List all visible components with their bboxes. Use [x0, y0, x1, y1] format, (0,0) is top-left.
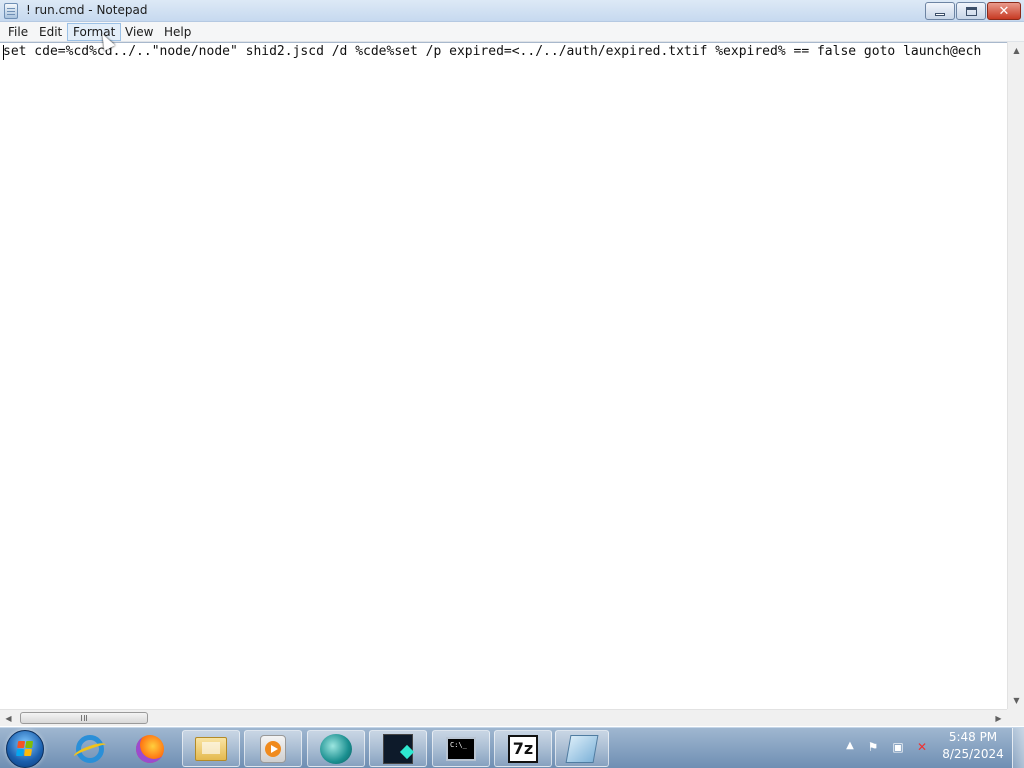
taskbar-firefox[interactable] — [122, 730, 178, 767]
internet-explorer-icon — [76, 734, 104, 763]
taskbar-notepad[interactable] — [555, 730, 609, 767]
scrollbar-corner — [1007, 709, 1024, 726]
7zip-icon: 7z — [508, 734, 538, 763]
menu-format[interactable]: Format — [67, 23, 122, 41]
command-prompt-icon — [446, 736, 476, 761]
action-center-flag-icon[interactable]: ⚑ — [864, 738, 882, 756]
menu-bar: File Edit Format View Help — [0, 22, 1024, 42]
taskbar-command-prompt[interactable] — [432, 730, 490, 767]
show-hidden-icons-chevron-icon[interactable]: ▲ — [844, 740, 856, 754]
volume-muted-icon[interactable]: ✕ — [913, 738, 931, 756]
minimize-icon — [935, 12, 945, 16]
close-icon: ✕ — [998, 3, 1010, 19]
close-button[interactable]: ✕ — [987, 2, 1021, 20]
text-caret — [3, 45, 4, 60]
grip-icon — [81, 715, 87, 721]
media-player-icon — [260, 734, 286, 763]
scroll-right-arrow-icon[interactable]: ▶ — [990, 710, 1007, 727]
menu-help[interactable]: Help — [158, 23, 197, 41]
scroll-left-arrow-icon[interactable]: ◀ — [0, 710, 17, 727]
notepad-icon[interactable] — [4, 3, 18, 19]
app-globe-icon — [320, 733, 352, 764]
menu-view[interactable]: View — [119, 23, 159, 41]
horizontal-scroll-thumb[interactable] — [20, 712, 148, 724]
network-icon[interactable]: ▣ — [889, 738, 907, 756]
window-title: ! run.cmd - Notepad — [26, 3, 148, 17]
menu-file[interactable]: File — [2, 23, 34, 41]
vertical-scrollbar[interactable]: ▲ ▼ — [1007, 42, 1024, 709]
clock-date: 8/25/2024 — [942, 747, 1004, 761]
taskbar-internet-explorer[interactable] — [62, 730, 118, 767]
show-desktop-button[interactable] — [1012, 728, 1024, 768]
taskbar-media-player[interactable] — [244, 730, 302, 767]
windows-logo-icon — [16, 741, 34, 757]
notepad-taskbar-icon — [565, 734, 599, 763]
title-bar[interactable]: ! run.cmd - Notepad ✕ — [0, 0, 1024, 22]
taskbar-app-6[interactable] — [369, 730, 427, 767]
taskbar-windows-explorer[interactable] — [182, 730, 240, 767]
app-dark-icon — [383, 733, 413, 764]
text-editor-area[interactable]: set cde=%cd%cd../.."node/node" shid2.jsc… — [0, 42, 1007, 709]
scroll-up-arrow-icon[interactable]: ▲ — [1008, 42, 1024, 59]
editor-content[interactable]: set cde=%cd%cd../.."node/node" shid2.jsc… — [3, 44, 981, 60]
taskbar-app-5[interactable] — [307, 730, 365, 767]
scroll-down-arrow-icon[interactable]: ▼ — [1008, 692, 1024, 709]
horizontal-scrollbar[interactable]: ◀ ▶ — [0, 709, 1007, 726]
menu-edit[interactable]: Edit — [33, 23, 68, 41]
clock-time: 5:48 PM — [948, 730, 998, 744]
restore-icon — [965, 6, 977, 16]
firefox-icon — [136, 734, 164, 763]
minimize-button[interactable] — [925, 2, 955, 20]
start-button[interactable] — [6, 730, 44, 768]
system-clock[interactable]: 5:48 PM 8/25/2024 — [938, 729, 1008, 763]
taskbar-7zip[interactable]: 7z — [494, 730, 552, 767]
maximize-button[interactable] — [956, 2, 986, 20]
folder-icon — [195, 736, 227, 761]
